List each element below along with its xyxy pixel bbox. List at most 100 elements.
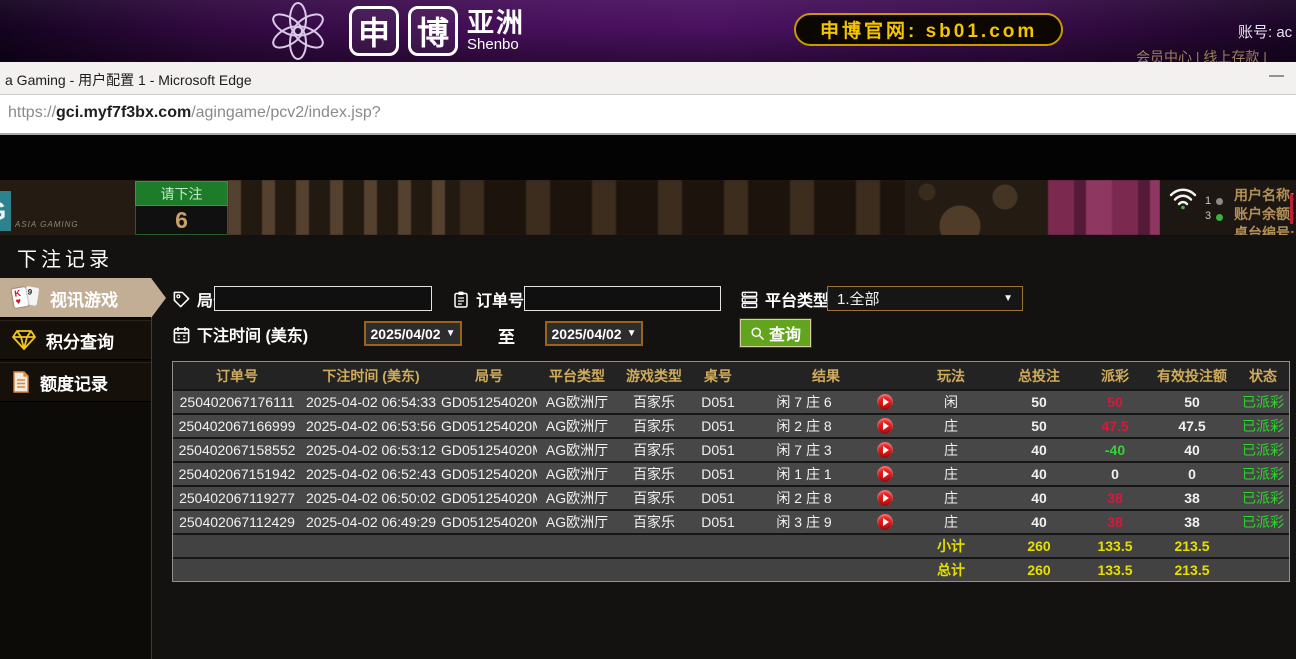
round-no-cell: GD051254020MG [441,418,537,434]
replay-play-icon[interactable] [877,466,893,482]
sidebar-item-0[interactable]: K♥9视讯游戏 [0,278,151,318]
bet-time-cell: 2025-04-02 06:53:56 [301,418,441,434]
valid-bet-cell: 38 [1147,514,1237,530]
game-type-cell: 百家乐 [617,464,691,484]
play-type-cell: 庄 [907,440,995,460]
bet-time-cell: 2025-04-02 06:50:02 [301,490,441,506]
member-nav-links[interactable]: 会员中心 | 线上存款 | [1136,47,1267,62]
round-no-cell: GD051254020M9 [441,514,537,530]
payout-cell: -40 [1083,442,1147,458]
valid-bet-cell: 38 [1147,490,1237,506]
platform-list-icon [740,290,759,309]
replay-cell [863,418,907,434]
replay-play-icon[interactable] [877,418,893,434]
bet-time-label: 下注时间 (美东) [197,322,308,346]
url-path: /agingame/pcv2/index.jsp? [191,104,380,121]
order-no-cell: 250402067119277 [173,490,301,506]
status-dots [1216,198,1223,230]
column-header: 订单号 [173,366,301,386]
sidebar: K♥9视讯游戏积分查询额度记录 [0,278,152,659]
game-type-cell: 百家乐 [617,440,691,460]
column-header: 桌号 [691,366,745,386]
platform-type-select[interactable]: 1.全部 ▼ [827,286,1023,311]
site-banner: 申 博 亚洲 Shenbo 申博官网: sb01.com 账号: ac 会员中心… [0,0,1296,62]
asia-gaming-logo-icon: G [0,191,11,231]
platform-type-label-group: 平台类型 [740,286,829,312]
table-row: 2504020671761112025-04-02 06:54:33GD0512… [173,389,1289,413]
clipboard-icon [452,290,470,309]
bet-countdown-value: 6 [135,206,228,235]
player-info-lines: 用户名称: 账户余额: 桌台编号: [1234,186,1295,235]
edge-titlebar[interactable]: a Gaming - 用户配置 1 - Microsoft Edge — [0,62,1296,95]
replay-play-icon[interactable] [877,394,893,410]
betting-records-panel: 下注记录 K♥9视讯游戏积分查询额度记录 局号 订单号 平台类型 1.全部 [0,235,1296,659]
column-header: 平台类型 [537,366,617,386]
asia-gaming-brand-text: ASIA GAMING [15,220,79,229]
chevron-down-icon: ▼ [1003,293,1013,304]
backdrop-red-accent [1290,194,1293,224]
round-no-cell: GD051254020MA [441,490,537,506]
column-header: 总投注 [995,366,1083,386]
replay-cell [863,490,907,506]
bet-time-cell: 2025-04-02 06:53:12 [301,442,441,458]
payout-cell: 47.5 [1083,418,1147,434]
replay-play-icon[interactable] [877,514,893,530]
sidebar-item-1[interactable]: 积分查询 [0,320,151,360]
status-cell: 已派彩 [1237,392,1289,412]
result-cell: 闲 2 庄 8 [745,488,863,508]
sidebar-item-label: 积分查询 [46,328,114,353]
search-button[interactable]: 查询 [740,319,811,347]
chevron-down-icon: ▼ [446,328,456,339]
round-no-input[interactable] [214,286,432,311]
replay-cell [863,442,907,458]
replay-play-icon[interactable] [877,442,893,458]
valid-bet-cell: 40 [1147,442,1237,458]
platform-cell: AG欧洲厅 [537,440,617,460]
status-cell: 已派彩 [1237,416,1289,436]
replay-cell [863,514,907,530]
column-header: 局号 [441,366,537,386]
table-header-row: 订单号下注时间 (美东)局号平台类型游戏类型桌号结果玩法总投注派彩有效投注额状态 [173,362,1289,389]
replay-cell [863,466,907,482]
valid-bet-cell: 50 [1147,394,1237,410]
game-type-cell: 百家乐 [617,488,691,508]
payout-cell: 0 [1083,466,1147,482]
date-from-picker[interactable]: 2025/04/02 ▼ [364,321,462,346]
casino-backdrop-stripes [228,180,460,235]
status-cell: 已派彩 [1237,464,1289,484]
calendar-icon [172,325,191,344]
result-cell: 闲 1 庄 1 [745,464,863,484]
table-no-cell: D051 [691,490,745,506]
play-type-cell: 庄 [907,488,995,508]
table-row: 2504020671192772025-04-02 06:50:02GD0512… [173,485,1289,509]
date-to-picker[interactable]: 2025/04/02 ▼ [545,321,643,346]
column-header: 玩法 [907,366,995,386]
url-text[interactable]: https://gci.myf7f3bx.com/agingame/pcv2/i… [8,104,381,122]
platform-type-label: 平台类型 [765,287,829,311]
bet-time-cell: 2025-04-02 06:54:33 [301,394,441,410]
minimize-button[interactable]: — [1263,65,1290,86]
replay-play-icon[interactable] [877,490,893,506]
wifi-icon [1168,186,1198,210]
playing-cards-icon: K♥9 [11,286,41,310]
window-title: a Gaming - 用户配置 1 - Microsoft Edge [5,70,252,90]
edge-urlbar[interactable]: https://gci.myf7f3bx.com/agingame/pcv2/i… [0,95,1296,135]
status-cell: 已派彩 [1237,488,1289,508]
subtotal-label: 小计 [907,536,995,556]
bet-time-cell: 2025-04-02 06:49:29 [301,514,441,530]
official-site-pill[interactable]: 申博官网: sb01.com [794,13,1063,46]
order-no-cell: 250402067176111 [173,394,301,410]
round-no-cell: GD051254020ME [441,466,537,482]
url-domain: gci.myf7f3bx.com [56,104,191,121]
order-no-cell: 250402067166999 [173,418,301,434]
subtotal-valid-bet: 213.5 [1147,538,1237,554]
order-no-input[interactable] [524,286,721,311]
bet-prompt-label: 请下注 [135,181,228,206]
game-type-cell: 百家乐 [617,416,691,436]
table-row: 2504020671519422025-04-02 06:52:43GD0512… [173,461,1289,485]
casino-backdrop-stripes-wide [460,180,910,235]
sidebar-item-2[interactable]: 额度记录 [0,362,151,402]
payout-cell: 50 [1083,394,1147,410]
panel-title: 下注记录 [17,243,113,272]
logo-badge-bo: 博 [408,6,458,56]
